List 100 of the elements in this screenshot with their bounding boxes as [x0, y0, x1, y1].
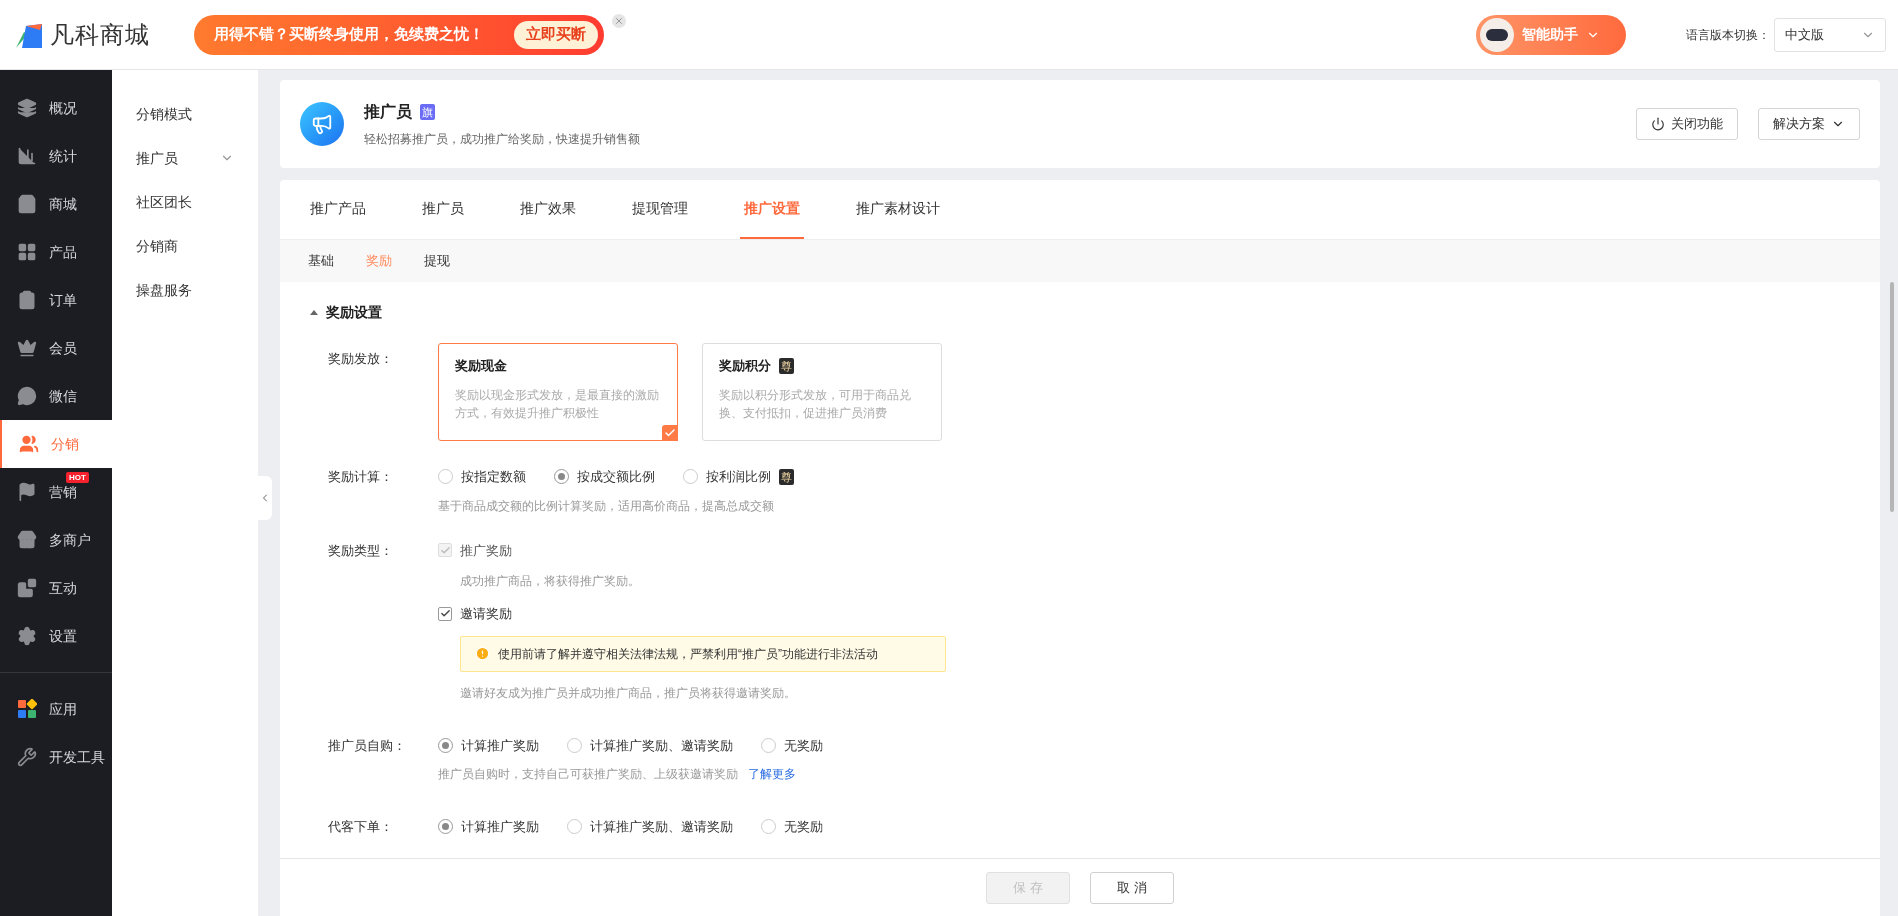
submenu-item[interactable]: 社区团长	[112, 180, 258, 224]
field-label: 奖励计算：	[328, 468, 394, 486]
premium-badge: 尊	[779, 357, 794, 374]
sidebar-item[interactable]: 统计	[0, 132, 112, 180]
option-title: 奖励积分	[719, 357, 771, 375]
sidebar-item[interactable]: 概况	[0, 84, 112, 132]
settings-icon	[17, 626, 37, 646]
apps-icon	[17, 699, 37, 719]
nav-label: 商城	[49, 194, 77, 214]
sidebar-item[interactable]: 开发工具	[0, 733, 112, 781]
field-label: 推广员自购：	[328, 736, 407, 755]
sidebar-item[interactable]: 设置	[0, 612, 112, 660]
tab[interactable]: 推广产品	[306, 180, 370, 239]
hot-badge: HOT	[66, 472, 89, 483]
nav-label: 设置	[49, 626, 77, 646]
page-title: 推广员	[364, 102, 412, 122]
tab[interactable]: 推广素材设计	[852, 180, 944, 239]
nav-label: 订单	[49, 290, 77, 310]
robot-icon	[1480, 17, 1514, 52]
nav-label: 分销	[51, 434, 79, 454]
sidebar-item[interactable]: 商城	[0, 180, 112, 228]
flagship-badge: 旗	[420, 104, 435, 120]
nav-label: 产品	[49, 242, 77, 262]
nav-label: 营销	[49, 482, 77, 502]
collapse-handle[interactable]	[258, 476, 272, 520]
option-description: 奖励以积分形式发放，可用于商品兑换、支付抵扣，促进推广员消费	[719, 386, 912, 422]
option-description: 奖励以现金形式发放，是最直接的激励方式，有效提升推广积极性	[455, 386, 660, 422]
radio-option[interactable]: 按指定数额	[438, 467, 526, 487]
checkmark-icon	[439, 544, 451, 556]
tab[interactable]: 推广效果	[516, 180, 580, 239]
nav-label: 会员	[49, 338, 77, 358]
submenu-item[interactable]: 推广员	[112, 136, 258, 180]
sidebar-item[interactable]: 产品	[0, 228, 112, 276]
tab[interactable]: 推广员	[418, 180, 468, 239]
payout-option-card[interactable]: 奖励现金 奖励以现金形式发放，是最直接的激励方式，有效提升推广积极性	[438, 343, 678, 441]
flag-icon	[17, 482, 37, 502]
option-title: 奖励现金	[455, 357, 507, 375]
radio-option[interactable]: 无奖励	[761, 735, 823, 755]
nav-label: 开发工具	[49, 747, 105, 767]
sub-tab[interactable]: 基础	[308, 251, 334, 271]
nav-label: 应用	[49, 699, 77, 719]
collapse-triangle-icon[interactable]	[310, 310, 318, 315]
crown-icon	[17, 338, 37, 358]
premium-badge: 尊	[779, 468, 794, 485]
check-icon	[662, 425, 678, 441]
nav-label: 互动	[49, 578, 77, 598]
bar-chart-icon	[17, 146, 37, 166]
clipboard-icon	[17, 290, 37, 310]
warning-icon	[475, 646, 490, 661]
sidebar-item[interactable]: 应用	[0, 685, 112, 733]
hint-text: 成功推广商品，将获得推广奖励。	[460, 573, 641, 590]
learn-more-link[interactable]: 了解更多	[748, 765, 796, 783]
nav-label: 概况	[49, 98, 77, 118]
hint-text: 推广员自购时，支持自己可获推广奖励、上级获邀请奖励	[438, 766, 738, 783]
sidebar-item[interactable]: 多商户	[0, 516, 112, 564]
solutions-button[interactable]: 解决方案	[1758, 108, 1860, 140]
sidebar-item[interactable]: HOT 营销	[0, 468, 112, 516]
disable-feature-button[interactable]: 关闭功能	[1636, 108, 1738, 140]
field-label: 代客下单：	[328, 818, 394, 836]
sidebar-item[interactable]: 会员	[0, 324, 112, 372]
radio-option[interactable]: 按成交额比例	[554, 467, 655, 487]
wrench-icon	[17, 747, 37, 767]
radio-option[interactable]: 按利润比例 尊	[683, 467, 794, 487]
page-subtitle: 轻松招募推广员，成功推广给奖励，快速提升销售额	[364, 131, 640, 148]
hint-text: 邀请好友成为推广员并成功推广商品，推广员将获得邀请奖励。	[460, 684, 797, 702]
store-icon	[17, 530, 37, 550]
promo-banner[interactable]: 用得不错？买断终身使用，免续费之忧！ 立即买断	[194, 14, 604, 55]
section-title: 奖励设置	[326, 303, 382, 322]
warning-notice: 使用前请了解并遵守相关法律法规，严禁利用“推广员”功能进行非法活动	[460, 635, 946, 672]
radio-option[interactable]: 计算推广奖励	[438, 817, 539, 837]
nav-label: 微信	[49, 386, 77, 406]
blocks-icon	[17, 578, 37, 598]
megaphone-icon	[300, 102, 344, 146]
payout-option-card[interactable]: 奖励积分 尊 奖励以积分形式发放，可用于商品兑换、支付抵扣，促进推广员消费	[702, 343, 942, 441]
nav-label: 多商户	[49, 530, 91, 550]
radio-option[interactable]: 计算推广奖励	[438, 735, 539, 755]
radio-option[interactable]: 计算推广奖励、邀请奖励	[567, 817, 733, 837]
tab[interactable]: 提现管理	[628, 180, 692, 239]
power-icon	[1651, 117, 1665, 131]
layers-icon	[17, 98, 37, 118]
buy-button[interactable]: 立即买断	[514, 20, 598, 49]
hint-text: 基于商品成交额的比例计算奖励，适用高价商品，提高总成交额	[438, 497, 775, 515]
cancel-button[interactable]: 取 消	[1090, 871, 1174, 904]
checkbox-option[interactable]: 邀请奖励	[438, 604, 946, 624]
nav-label: 统计	[49, 146, 77, 166]
radio-option[interactable]: 计算推广奖励、邀请奖励	[567, 735, 733, 755]
language-select[interactable]: 中文版	[1774, 17, 1886, 52]
field-label: 奖励发放：	[328, 350, 394, 368]
sub-tab[interactable]: 提现	[424, 251, 450, 271]
sidebar-item[interactable]: 互动	[0, 564, 112, 612]
submenu-item[interactable]: 分销商	[112, 224, 258, 268]
field-label: 奖励类型：	[328, 541, 394, 560]
sidebar-item[interactable]: 订单	[0, 276, 112, 324]
submenu-item[interactable]: 操盘服务	[112, 268, 258, 312]
submenu-item[interactable]: 分销模式	[112, 92, 258, 136]
grid-icon	[17, 242, 37, 262]
close-icon[interactable]	[612, 14, 626, 28]
sidebar-item[interactable]: 微信	[0, 372, 112, 420]
users-icon	[19, 434, 39, 454]
radio-option[interactable]: 无奖励	[761, 817, 823, 837]
